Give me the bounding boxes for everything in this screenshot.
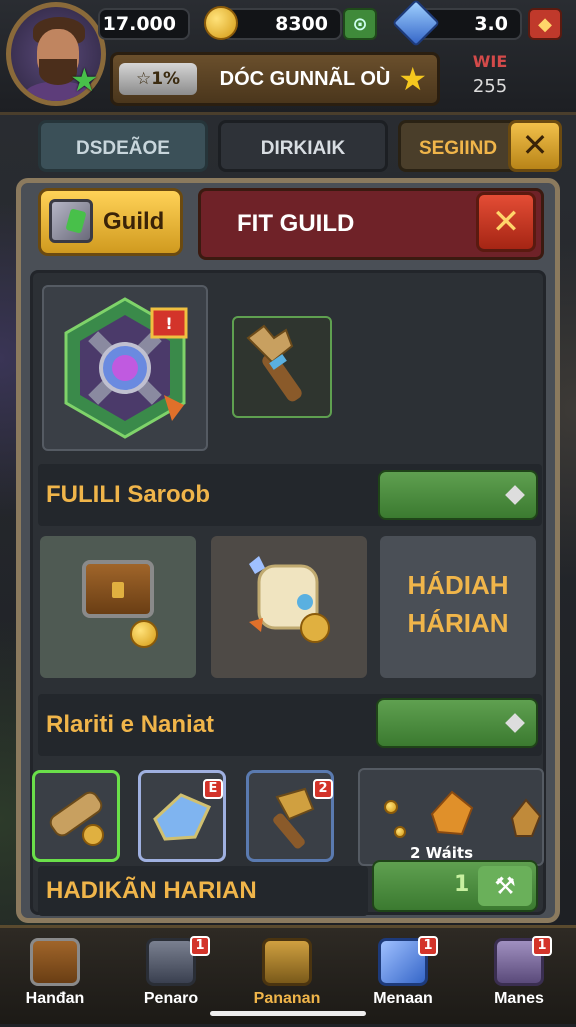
- rank-star-icon: ☆: [135, 69, 152, 89]
- chest-card[interactable]: [40, 536, 196, 678]
- section-3-label: HADIKÃN HARIAN: [46, 877, 257, 904]
- title-star-icon: ★: [398, 60, 427, 98]
- close-panel-button[interactable]: ✕: [476, 192, 536, 252]
- coins-counter: 17.000: [98, 8, 190, 40]
- section-2-label: Rlariti e Naniat: [46, 711, 215, 738]
- notification-badge: 1: [190, 936, 210, 956]
- rank-badge: ☆1%: [119, 63, 197, 95]
- notification-badge: 1: [532, 936, 552, 956]
- gold-ore-icon: [430, 790, 474, 836]
- coin-icon: [130, 620, 158, 648]
- guild-button-label: Guild: [103, 208, 165, 235]
- level-star-icon: ★: [70, 61, 99, 99]
- notification-badge: 1: [418, 936, 438, 956]
- vip-value: 255: [472, 76, 508, 97]
- crystal-stone-icon: [249, 556, 330, 643]
- daily-reward-card[interactable]: HÁDIAH HÁRIAN: [380, 536, 536, 678]
- shield-nav-icon: [262, 938, 312, 986]
- item-slot-scroll[interactable]: [32, 770, 120, 862]
- helmet-nav-icon: [146, 938, 196, 986]
- chest-nav-icon: [30, 938, 80, 986]
- notification-badge: E: [203, 779, 223, 799]
- coin-icon: [384, 800, 398, 814]
- player-title: DÓC GUNNÃL OÙ: [219, 68, 391, 90]
- daily-reward-line-1: HÁDIAH: [407, 570, 509, 600]
- diamond-icon: [505, 485, 525, 505]
- guild-emblem-icon: !: [64, 297, 188, 439]
- vip-label: WIE: [472, 52, 508, 71]
- hammer-small-icon: ⚒: [478, 866, 532, 906]
- coin-icon: [394, 826, 406, 838]
- treasure-chest-icon: [82, 560, 154, 618]
- bottom-nav: Hanđan 1 Penaro Pananan 1 Menaan 1 Manes: [0, 925, 576, 1024]
- wrench-icon: [246, 324, 302, 402]
- tab-1[interactable]: DSDEÃOE: [38, 120, 208, 172]
- gold-coin-icon: [204, 6, 238, 40]
- guild-emblem-slot[interactable]: !: [42, 285, 208, 451]
- section-2-button[interactable]: [376, 698, 538, 748]
- nav-label-2: Penaro: [143, 990, 199, 1007]
- guild-icon: [49, 199, 93, 243]
- amulet-icon: [510, 798, 542, 837]
- home-indicator[interactable]: [210, 1011, 366, 1016]
- nav-item-1[interactable]: Hanđan: [0, 928, 110, 1027]
- top-bar: ★ 17.000 8300 ⊙ 3.0 ◆ ☆1% DÓC GUNNÃL OÙ …: [0, 0, 576, 115]
- claim-button[interactable]: 1 ⚒: [372, 860, 538, 912]
- nav-label-3: Pananan: [253, 990, 321, 1007]
- nav-label-1: Hanđan: [25, 990, 85, 1007]
- nav-label-5: Manes: [494, 990, 544, 1007]
- tab-close-button[interactable]: ✕: [508, 120, 562, 172]
- nav-label-4: Menaan: [373, 990, 433, 1007]
- crystal-card[interactable]: [211, 536, 367, 678]
- tab-2[interactable]: DIRKIAIK: [218, 120, 388, 172]
- scroll-icon: [49, 791, 104, 846]
- section-1-button[interactable]: [378, 470, 538, 520]
- panel-title: FIT GUILD: [237, 210, 355, 237]
- rank-value: 1%: [151, 69, 181, 89]
- notification-badge: 2: [313, 779, 333, 799]
- section-header-3: HADIKÃN HARIAN: [38, 866, 368, 916]
- wrench-item-slot[interactable]: [232, 316, 332, 418]
- guild-button[interactable]: Guild: [38, 188, 183, 256]
- add-gold-button[interactable]: ⊙: [343, 8, 377, 40]
- section-1-label: FULILI Saroob: [46, 481, 210, 508]
- diamond-icon: [505, 713, 525, 733]
- player-title-bar[interactable]: ☆1% DÓC GUNNÃL OÙ ★: [110, 52, 440, 106]
- multi-item-slot[interactable]: 2 Wáits: [358, 768, 544, 866]
- daily-reward-line-2: HÁRIAN: [407, 608, 509, 638]
- gold-counter: 8300: [222, 8, 342, 40]
- item-slot-hammer[interactable]: 2: [246, 770, 334, 862]
- add-gems-button[interactable]: ◆: [528, 8, 562, 40]
- nav-item-5[interactable]: 1 Manes: [464, 928, 574, 1027]
- claim-count: 1: [454, 872, 470, 897]
- svg-text:!: !: [165, 314, 172, 333]
- item-slot-crystal[interactable]: E: [138, 770, 226, 862]
